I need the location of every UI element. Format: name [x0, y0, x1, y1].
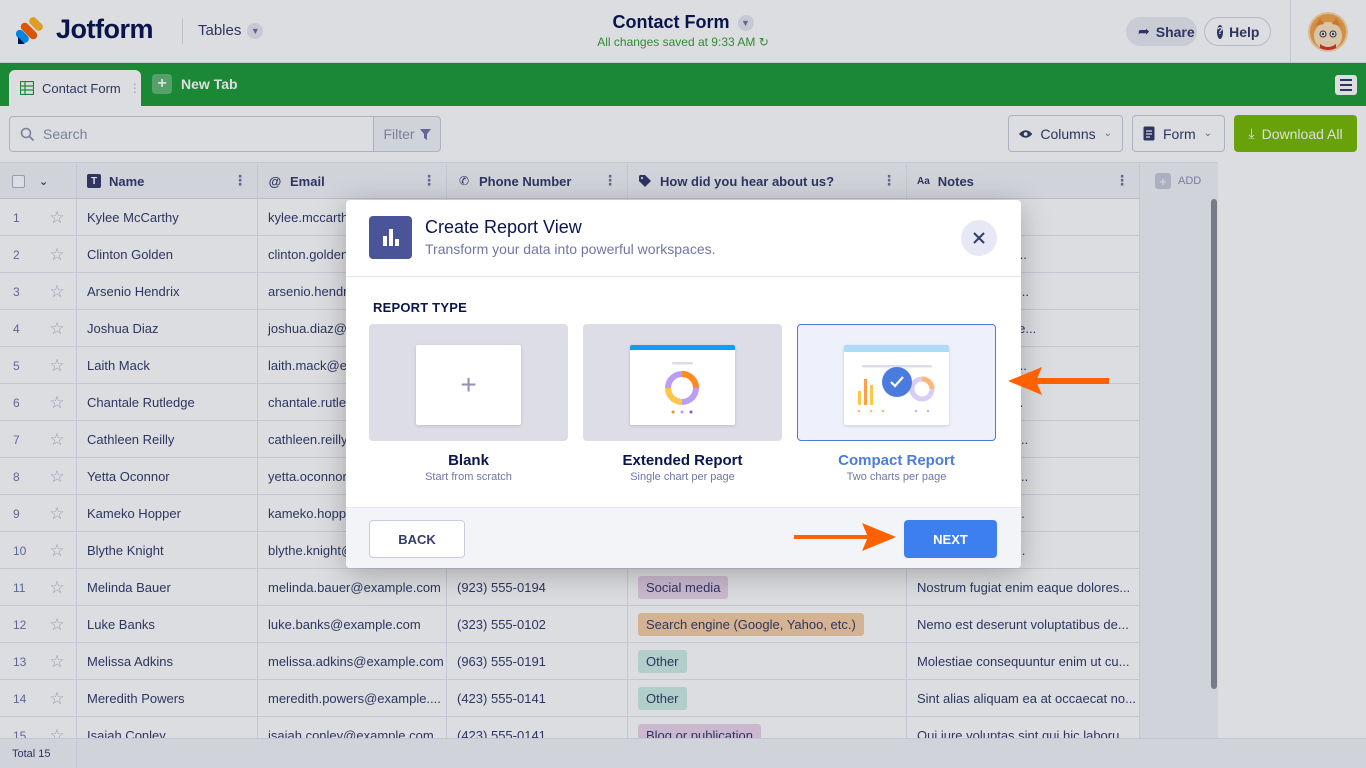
close-button[interactable]: [961, 220, 997, 256]
dialog-header: Create Report View Transform your data i…: [346, 200, 1021, 277]
create-report-dialog: Create Report View Transform your data i…: [346, 200, 1021, 568]
dialog-footer: BACK NEXT: [346, 507, 1021, 568]
blank-report-option[interactable]: +: [369, 324, 568, 441]
extended-preview: [630, 345, 735, 425]
extended-report-option[interactable]: [583, 324, 782, 441]
close-icon: [973, 232, 985, 244]
option-name: Compact Report: [838, 452, 955, 469]
plus-icon: +: [460, 369, 477, 400]
blank-preview: +: [416, 345, 521, 425]
report-icon: [369, 216, 412, 259]
next-button[interactable]: NEXT: [904, 520, 997, 558]
dialog-subtitle: Transform your data into powerful worksp…: [425, 241, 716, 257]
compact-report-option[interactable]: [797, 324, 996, 441]
option-description: Two charts per page: [846, 471, 947, 483]
option-description: Single chart per page: [630, 471, 735, 483]
annotation-arrow-left-icon: [1008, 367, 1109, 395]
annotation-arrow-right-icon: [794, 523, 896, 551]
option-description: Start from scratch: [425, 471, 512, 483]
check-icon: [882, 367, 912, 397]
donut-chart-icon: [630, 345, 735, 414]
report-type-label: REPORT TYPE: [373, 300, 467, 315]
option-name: Extended Report: [622, 452, 743, 469]
option-name: Blank: [448, 452, 489, 469]
back-button[interactable]: BACK: [369, 520, 465, 558]
dialog-title: Create Report View: [425, 217, 582, 237]
